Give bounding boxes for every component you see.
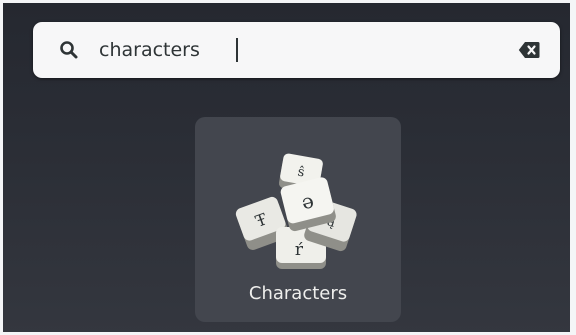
- search-icon: [60, 41, 78, 59]
- app-result-characters[interactable]: Ŧ ŕ ą ŝ ə Characters: [195, 117, 401, 322]
- app-label: Characters: [248, 283, 348, 304]
- clear-text-icon[interactable]: [518, 41, 540, 59]
- characters-app-icon: Ŧ ŕ ą ŝ ə: [235, 153, 357, 269]
- search-input[interactable]: [99, 32, 479, 68]
- svg-text:ŕ: ŕ: [295, 240, 304, 260]
- text-cursor: [236, 38, 238, 62]
- search-box[interactable]: [33, 22, 560, 78]
